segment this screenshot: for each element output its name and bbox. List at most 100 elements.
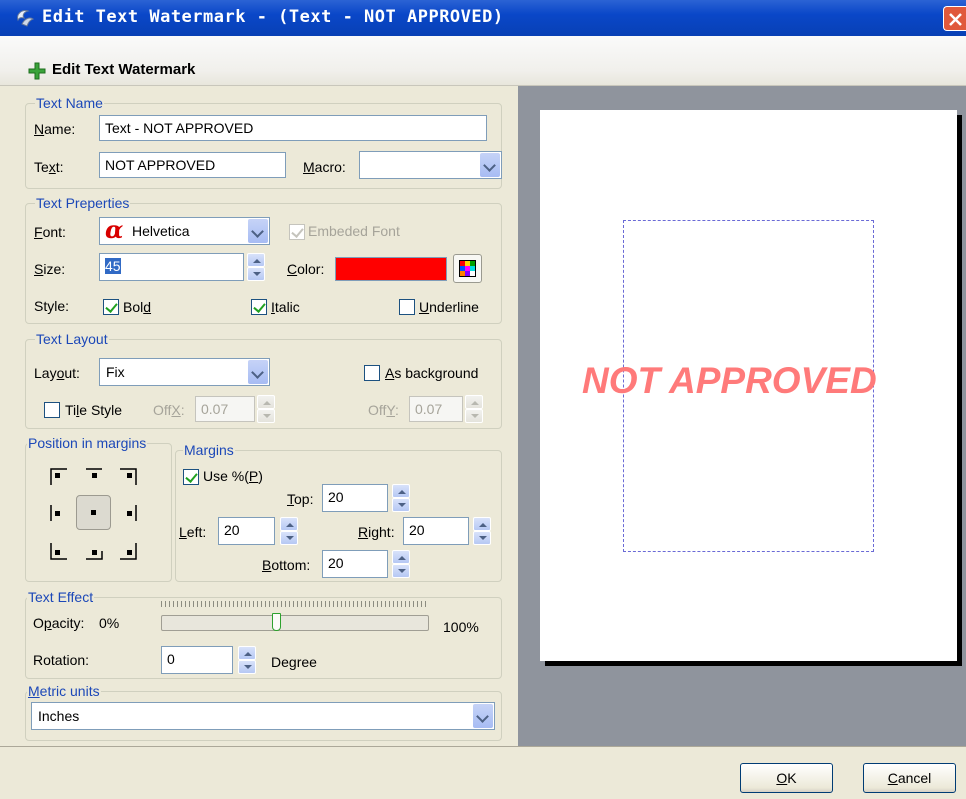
- spin-up-icon[interactable]: [392, 484, 410, 498]
- button-bar: OK Cancel: [0, 746, 966, 799]
- spin-down-icon[interactable]: [392, 498, 410, 512]
- bold-checkbox[interactable]: [103, 299, 119, 315]
- text-input[interactable]: NOT APPROVED: [99, 152, 286, 178]
- app-icon: [17, 10, 35, 27]
- spin-up-icon[interactable]: [257, 395, 275, 409]
- position-bottom-left-icon[interactable]: [47, 539, 71, 563]
- text-effect-group: Text Effect Opacity: 0% 100% Rotation: 0…: [25, 589, 502, 679]
- as-background-checkbox[interactable]: [364, 365, 380, 381]
- position-group: Position in margins: [25, 435, 172, 582]
- italic-checkbox[interactable]: [251, 299, 267, 315]
- spin-up-icon[interactable]: [473, 517, 491, 531]
- name-input[interactable]: Text - NOT APPROVED: [99, 115, 487, 141]
- margins-group: Margins Use %(P) Top: 20 Left: 20 Right:…: [175, 442, 502, 582]
- right-spinner[interactable]: [473, 517, 491, 545]
- right-label: Right:: [358, 524, 395, 540]
- layout-select[interactable]: Fix: [99, 358, 270, 386]
- offy-label: OffY:: [368, 402, 399, 418]
- offy-spinner[interactable]: [465, 395, 483, 423]
- tile-style-label: Tile Style: [65, 402, 123, 418]
- spin-up-icon[interactable]: [238, 646, 256, 660]
- dialog-heading: Edit Text Watermark: [52, 61, 196, 78]
- text-name-group: Text Name Name: Text - NOT APPROVED Text…: [25, 95, 502, 189]
- font-select[interactable]: α Helvetica: [99, 217, 270, 245]
- close-button[interactable]: [943, 6, 966, 31]
- bottom-spinner[interactable]: [392, 550, 410, 578]
- size-spinner[interactable]: [247, 253, 265, 281]
- metric-units-group: Metric units Inches: [25, 683, 502, 741]
- dialog-header: Edit Text Watermark: [0, 36, 966, 86]
- offy-input[interactable]: 0.07: [409, 396, 463, 422]
- chevron-down-icon[interactable]: [248, 219, 268, 243]
- position-top-right-icon[interactable]: [116, 465, 140, 489]
- opacity-slider-thumb[interactable]: [272, 613, 281, 631]
- size-value: 45: [105, 258, 121, 274]
- spin-down-icon[interactable]: [247, 267, 265, 281]
- color-label: Color:: [287, 261, 325, 277]
- position-bottom-right-icon[interactable]: [116, 539, 140, 563]
- right-input[interactable]: 20: [403, 517, 469, 545]
- spin-up-icon[interactable]: [465, 395, 483, 409]
- opacity-ticks: [161, 601, 429, 607]
- size-input[interactable]: 45: [99, 253, 244, 281]
- palette-icon: [459, 260, 476, 277]
- ok-button[interactable]: OK: [740, 763, 833, 793]
- spin-down-icon[interactable]: [465, 409, 483, 423]
- opacity-slider[interactable]: [161, 613, 429, 631]
- position-center-button[interactable]: [76, 495, 111, 530]
- rotation-label: Rotation:: [33, 652, 90, 668]
- spin-down-icon[interactable]: [280, 531, 298, 545]
- position-bottom-center-icon[interactable]: [82, 539, 106, 563]
- macro-label: Macro:: [303, 159, 346, 175]
- degree-label: Degree: [271, 654, 317, 670]
- chevron-down-icon[interactable]: [473, 704, 493, 728]
- embedded-font-label: Embeded Font: [308, 223, 400, 239]
- close-icon: [949, 13, 962, 26]
- spin-up-icon[interactable]: [280, 517, 298, 531]
- offx-input[interactable]: 0.07: [195, 396, 255, 422]
- text-label: Text:: [34, 159, 64, 175]
- left-input[interactable]: 20: [218, 517, 275, 545]
- text-properties-group: Text Preperties Font: α Helvetica Embede…: [25, 195, 502, 324]
- size-label: Size:: [34, 261, 66, 277]
- spin-down-icon[interactable]: [257, 409, 275, 423]
- text-layout-group: Text Layout Layout: Fix As background Ti…: [25, 331, 502, 429]
- window-title: Edit Text Watermark - (Text - NOT APPROV…: [42, 7, 504, 27]
- spin-up-icon[interactable]: [247, 253, 265, 267]
- use-percent-checkbox[interactable]: [183, 469, 199, 485]
- underline-label: Underline: [419, 299, 479, 315]
- position-top-left-icon[interactable]: [47, 465, 71, 489]
- chevron-down-icon[interactable]: [248, 360, 268, 384]
- text-name-legend: Text Name: [35, 95, 104, 111]
- position-middle-left-icon[interactable]: [47, 501, 71, 525]
- position-middle-right-icon[interactable]: [116, 501, 140, 525]
- underline-checkbox[interactable]: [399, 299, 415, 315]
- color-picker-button[interactable]: [453, 254, 482, 283]
- top-input[interactable]: 20: [322, 484, 388, 512]
- top-spinner[interactable]: [392, 484, 410, 512]
- rotation-spinner[interactable]: [238, 646, 256, 674]
- offx-spinner[interactable]: [257, 395, 275, 423]
- bottom-input[interactable]: 20: [322, 550, 388, 578]
- left-spinner[interactable]: [280, 517, 298, 545]
- color-swatch[interactable]: [335, 257, 447, 281]
- macro-select[interactable]: [359, 151, 502, 179]
- position-top-center-icon[interactable]: [82, 465, 106, 489]
- spin-down-icon[interactable]: [473, 531, 491, 545]
- layout-label: Layout:: [34, 365, 80, 381]
- spin-down-icon[interactable]: [238, 660, 256, 674]
- rotation-input[interactable]: 0: [161, 646, 233, 674]
- embedded-font-checkbox[interactable]: [289, 224, 305, 240]
- settings-pane: Text Name Name: Text - NOT APPROVED Text…: [10, 86, 518, 746]
- spin-up-icon[interactable]: [392, 550, 410, 564]
- watermark-preview-text: NOT APPROVED: [582, 360, 877, 401]
- spin-down-icon[interactable]: [392, 564, 410, 578]
- use-percent-label: Use %(P): [203, 468, 263, 484]
- metric-units-select[interactable]: Inches: [31, 702, 495, 730]
- cancel-button[interactable]: Cancel: [863, 763, 956, 793]
- metric-units-value: Inches: [38, 708, 80, 724]
- tile-style-checkbox[interactable]: [44, 402, 60, 418]
- as-background-label: As background: [385, 365, 479, 381]
- chevron-down-icon[interactable]: [480, 153, 500, 177]
- text-effect-legend: Text Effect: [27, 589, 95, 605]
